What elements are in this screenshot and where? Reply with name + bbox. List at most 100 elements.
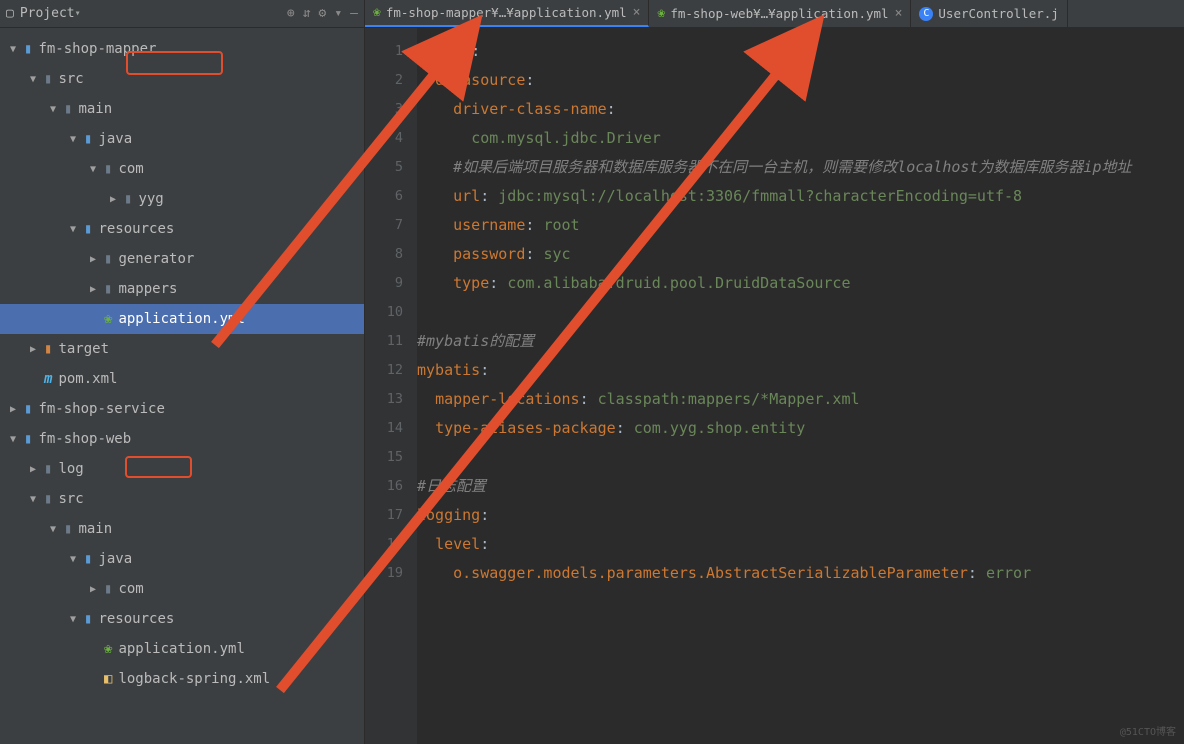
code-line[interactable]: url: jdbc:mysql://localhost:3306/fmmall?… xyxy=(417,182,1184,211)
tree-arrow-icon[interactable] xyxy=(50,104,64,115)
tree-item-log[interactable]: ▮ log xyxy=(0,454,364,484)
line-number: 10 xyxy=(365,298,403,327)
tree-item-java[interactable]: ▮java xyxy=(0,124,364,154)
code-line[interactable]: spring: xyxy=(417,37,1184,66)
tree-arrow-icon[interactable] xyxy=(70,614,84,625)
code-token: : xyxy=(607,100,616,118)
editor-tab[interactable]: ❀fm-shop-mapper¥…¥application.yml× xyxy=(365,0,649,27)
code-token: spring xyxy=(417,42,471,60)
code-token: #日志配置 xyxy=(417,477,486,495)
code-line[interactable]: #mybatis的配置 xyxy=(417,327,1184,356)
code-line[interactable] xyxy=(417,298,1184,327)
project-dropdown-icon[interactable]: ▾ xyxy=(75,8,89,19)
code-line[interactable]: mybatis: xyxy=(417,356,1184,385)
tree-arrow-icon[interactable] xyxy=(70,134,84,145)
code-token xyxy=(417,535,435,553)
toolbar-target-icon[interactable]: ⊕ xyxy=(287,6,295,21)
tree-item-target[interactable]: ▮target xyxy=(0,334,364,364)
tree-item-fm-shop-service[interactable]: ▮ fm-shop-service xyxy=(0,394,364,424)
toolbar-sort-icon[interactable]: ⇵ xyxy=(303,6,311,21)
folder-icon: ▮ xyxy=(104,281,112,297)
tree-item-src[interactable]: ▮src xyxy=(0,484,364,514)
code-line[interactable]: o.swagger.models.parameters.AbstractSeri… xyxy=(417,559,1184,588)
tree-item-com[interactable]: ▮com xyxy=(0,154,364,184)
tree-item-pom-xml[interactable]: m pom.xml xyxy=(0,364,364,394)
tree-arrow-icon[interactable] xyxy=(70,224,84,235)
tree-item-label: main xyxy=(78,521,112,537)
folder-icon: ▮ xyxy=(44,461,52,477)
editor-tab[interactable]: ❀fm-shop-web¥…¥application.yml× xyxy=(649,0,911,27)
tab-label: UserController.j xyxy=(938,6,1058,21)
tree-item-resources[interactable]: ▮resources xyxy=(0,604,364,634)
close-icon[interactable]: × xyxy=(895,6,903,21)
code-line[interactable]: type: com.alibaba.druid.pool.DruidDataSo… xyxy=(417,269,1184,298)
editor-tab[interactable]: CUserController.j xyxy=(911,0,1067,27)
tree-arrow-icon[interactable] xyxy=(10,434,24,445)
tree-item-label: com xyxy=(118,581,143,597)
project-title: Project xyxy=(20,6,75,21)
code-token: driver-class-name xyxy=(453,100,607,118)
tree-item-application-yml[interactable]: ❀ application.yml xyxy=(0,304,364,334)
code-line[interactable]: logging: xyxy=(417,501,1184,530)
tree-item-label: application.yml xyxy=(118,311,244,327)
folder-icon: ▮ xyxy=(104,251,112,267)
code-token: : xyxy=(525,71,534,89)
tree-arrow-icon[interactable] xyxy=(30,464,44,475)
tree-item-label: fm-shop-service xyxy=(38,401,164,417)
tree-item-main[interactable]: ▮main xyxy=(0,94,364,124)
toolbar-minimize-icon[interactable]: — xyxy=(350,6,358,21)
tree-arrow-icon[interactable] xyxy=(30,344,44,355)
toolbar-gear-icon[interactable]: ⚙ xyxy=(319,6,327,21)
tree-arrow-icon[interactable] xyxy=(90,164,104,175)
tree-arrow-icon[interactable] xyxy=(90,284,104,295)
tree-item-main[interactable]: ▮main xyxy=(0,514,364,544)
tree-item-java[interactable]: ▮java xyxy=(0,544,364,574)
code-line[interactable]: com.mysql.jdbc.Driver xyxy=(417,124,1184,153)
module-icon: ▮ xyxy=(24,401,32,417)
tree-item-yyg[interactable]: ▮yyg xyxy=(0,184,364,214)
code-line[interactable]: level: xyxy=(417,530,1184,559)
tree-item-src[interactable]: ▮src xyxy=(0,64,364,94)
line-number: 13 xyxy=(365,385,403,414)
tree-item-label: resources xyxy=(98,221,174,237)
toolbar-chevron-icon[interactable]: ▾ xyxy=(334,6,342,21)
yml-icon: ❀ xyxy=(104,311,112,327)
tree-item-label: log xyxy=(58,461,83,477)
tree-arrow-icon[interactable] xyxy=(70,554,84,565)
code-line[interactable] xyxy=(417,443,1184,472)
tree-arrow-icon[interactable] xyxy=(30,74,44,85)
code-line[interactable]: #如果后端项目服务器和数据库服务器不在同一台主机，则需要修改localhost为… xyxy=(417,153,1184,182)
tree-item-resources[interactable]: ▮resources xyxy=(0,214,364,244)
tree-item-logback-spring-xml[interactable]: ◧logback-spring.xml xyxy=(0,664,364,694)
tree-item-generator[interactable]: ▮generator xyxy=(0,244,364,274)
code-line[interactable]: driver-class-name: xyxy=(417,95,1184,124)
editor-tabs[interactable]: ❀fm-shop-mapper¥…¥application.yml×❀fm-sh… xyxy=(365,0,1184,28)
code-area[interactable]: spring: datasource: driver-class-name: c… xyxy=(417,28,1184,744)
tree-item-label: pom.xml xyxy=(58,371,117,387)
code-line[interactable]: mapper-locations: classpath:mappers/*Map… xyxy=(417,385,1184,414)
tree-arrow-icon[interactable] xyxy=(50,524,64,535)
tree-arrow-icon[interactable] xyxy=(30,494,44,505)
code-line[interactable]: datasource: xyxy=(417,66,1184,95)
tree-item-fm-shop-web[interactable]: ▮fm-shop-web xyxy=(0,424,364,454)
code-line[interactable]: password: syc xyxy=(417,240,1184,269)
tree-arrow-icon[interactable] xyxy=(10,44,24,55)
tree-arrow-icon[interactable] xyxy=(90,254,104,265)
code-token: jdbc:mysql://localhost:3306/fmmall?chara… xyxy=(498,187,1022,205)
tree-arrow-icon[interactable] xyxy=(10,404,24,415)
code-token: classpath:mappers/*Mapper.xml xyxy=(598,390,860,408)
close-icon[interactable]: × xyxy=(633,5,641,20)
code-line[interactable]: type-aliases-package: com.yyg.shop.entit… xyxy=(417,414,1184,443)
project-tree[interactable]: ▮fm-shop-mapper▮src▮main▮java▮com▮yyg▮re… xyxy=(0,28,364,694)
tree-arrow-icon[interactable] xyxy=(110,194,124,205)
tree-item-com[interactable]: ▮com xyxy=(0,574,364,604)
tree-item-fm-shop-mapper[interactable]: ▮fm-shop-mapper xyxy=(0,34,364,64)
tree-item-mappers[interactable]: ▮mappers xyxy=(0,274,364,304)
editor-area: ❀fm-shop-mapper¥…¥application.yml×❀fm-sh… xyxy=(365,0,1184,744)
code-line[interactable]: username: root xyxy=(417,211,1184,240)
tree-arrow-icon[interactable] xyxy=(90,584,104,595)
project-header: ▢ Project ▾ ⊕ ⇵ ⚙ ▾ — xyxy=(0,0,364,28)
pom-icon: m xyxy=(44,371,52,387)
code-line[interactable]: #日志配置 xyxy=(417,472,1184,501)
tree-item-application-yml[interactable]: ❀application.yml xyxy=(0,634,364,664)
